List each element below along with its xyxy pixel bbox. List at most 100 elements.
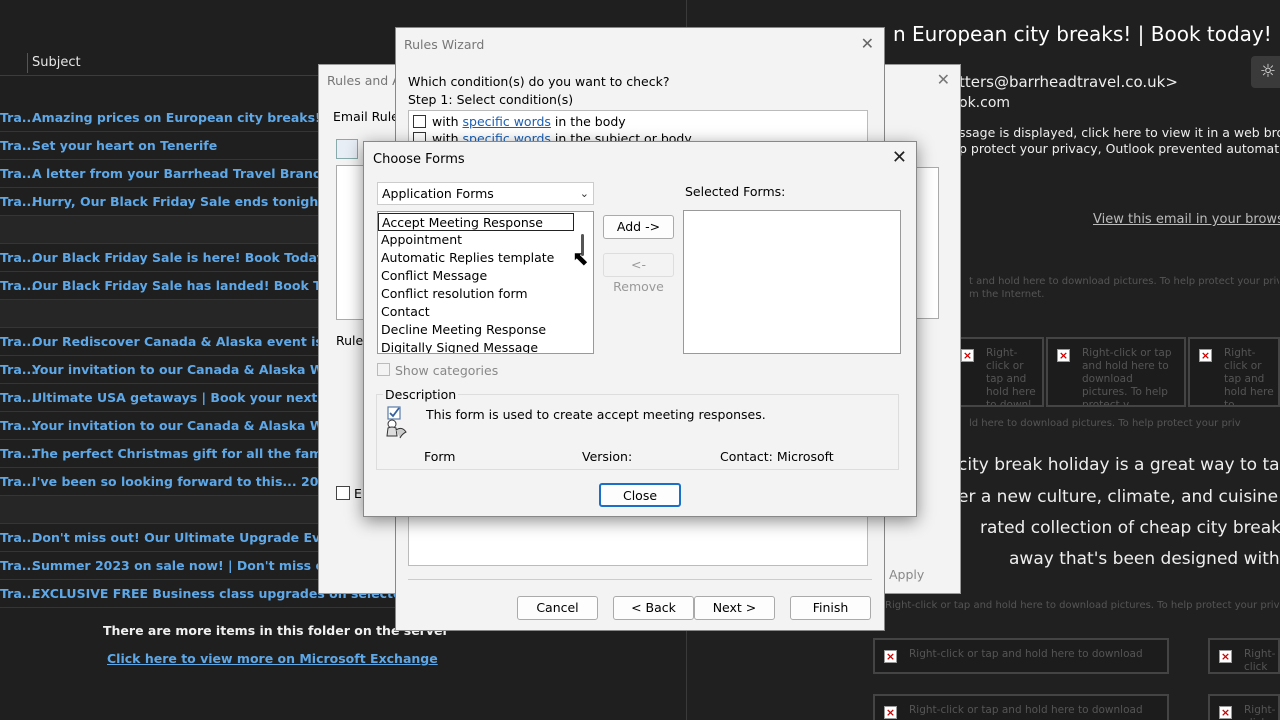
- mail-row[interactable]: Tra... Your invitation to our Canada & Al…: [0, 412, 320, 440]
- blocked-image-text: ld here to download pictures. To help pr…: [969, 418, 1241, 429]
- mail-row[interactable]: Tra... The perfect Christmas gift for all…: [0, 440, 320, 468]
- mail-row[interactable]: Tra... Set your heart on Tenerife: [0, 132, 320, 160]
- info-bar-line1[interactable]: ssage is displayed, click here to view i…: [959, 125, 1280, 140]
- message-subject: n European city breaks! | Book today!: [893, 22, 1272, 46]
- forms-list-item[interactable]: Conflict resolution form: [378, 285, 574, 303]
- mail-row[interactable]: Tra... Amazing prices on European city br…: [0, 104, 320, 132]
- divider: [408, 579, 872, 580]
- condition-link[interactable]: specific words: [463, 114, 551, 129]
- close-button[interactable]: Close: [599, 483, 681, 507]
- column-header-subject[interactable]: Subject: [32, 55, 81, 70]
- broken-image-icon: ×: [1057, 349, 1070, 362]
- blocked-image[interactable]: × Right-click or tap and hold here to dow…: [873, 694, 1169, 720]
- mail-subject: Our Rediscover Canada & Alaska event is …: [32, 334, 320, 349]
- view-more-link[interactable]: Click here to view more on Microsoft Exc…: [107, 651, 438, 666]
- forms-list[interactable]: Accept Meeting Response Appointment Auto…: [377, 211, 594, 354]
- mail-sender: Tra...: [0, 446, 36, 461]
- mail-row[interactable]: Tra... A letter from your Barrhead Travel…: [0, 160, 320, 188]
- close-icon[interactable]: ✕: [937, 70, 950, 89]
- forms-list-item[interactable]: Automatic Replies template: [378, 249, 574, 267]
- column-separator: [27, 53, 28, 73]
- sun-icon[interactable]: ☼: [1251, 56, 1280, 88]
- apply-button[interactable]: Apply: [889, 567, 924, 582]
- body-text-line: rated collection of cheap city breaks, y…: [980, 518, 1280, 538]
- blocked-image-text: t and hold here to download pictures. To…: [969, 276, 1279, 287]
- blocked-image-text: m the Internet.: [969, 289, 1045, 300]
- mail-row[interactable]: Tra... Your invitation to our Canada & Al…: [0, 356, 320, 384]
- condition-checkbox[interactable]: [413, 115, 426, 128]
- new-rule-icon[interactable]: [336, 139, 358, 159]
- chevron-down-icon: ⌄: [579, 187, 589, 200]
- forms-list-item[interactable]: Digitally Signed Message: [378, 339, 574, 353]
- mail-row[interactable]: Tra... Ultimate USA getaways | Book your …: [0, 384, 320, 412]
- enable-checkbox[interactable]: [336, 486, 350, 500]
- body-text-line: away that's been designed with yo: [1009, 549, 1280, 569]
- blocked-image-label: Right-click or tap and hold here to down…: [1082, 347, 1172, 407]
- mail-sender: Tra...: [0, 194, 36, 209]
- mail-subject: I've been so looking forward to this... …: [32, 474, 320, 489]
- condition-item[interactable]: with specific words in the body: [413, 114, 626, 130]
- blocked-image-label: Right-click: [1244, 704, 1276, 720]
- mail-row[interactable]: Tra... Our Black Friday Sale has landed! …: [0, 272, 320, 300]
- show-categories-checkbox[interactable]: [377, 363, 390, 376]
- rule-description-label: Rule: [336, 333, 364, 348]
- mail-row[interactable]: Tra... Hurry, Our Black Friday Sale ends …: [0, 188, 320, 216]
- broken-image-icon: ×: [1219, 706, 1232, 719]
- blocked-image[interactable]: × Right-click or tap and hold here to dow…: [1046, 337, 1186, 407]
- mail-row[interactable]: Tra... Our Black Friday Sale is here! Boo…: [0, 244, 320, 272]
- forms-list-item[interactable]: Decline Meeting Response: [378, 321, 574, 339]
- mail-subject: Summer 2023 on sale now! | Don't miss ou…: [32, 558, 320, 573]
- group-separator: [0, 216, 320, 244]
- close-icon[interactable]: ✕: [892, 147, 907, 168]
- broken-image-icon: ×: [1219, 650, 1232, 663]
- mail-sender: Tra...: [0, 278, 36, 293]
- forms-list-item[interactable]: Accept Meeting Response: [378, 213, 574, 231]
- dropdown-value: Application Forms: [382, 186, 494, 201]
- mail-subject: A letter from your Barrhead Travel Branc…: [32, 166, 320, 181]
- mail-row[interactable]: Tra... Our Rediscover Canada & Alaska eve…: [0, 328, 320, 356]
- mail-subject: Amazing prices on European city breaks! …: [32, 110, 320, 125]
- blocked-image-label: Right-click: [1244, 648, 1276, 673]
- next-button[interactable]: Next >: [694, 596, 775, 620]
- form-label: Form: [424, 449, 456, 464]
- info-bar-line2[interactable]: p protect your privacy, Outlook prevente…: [959, 141, 1280, 156]
- mail-subject: Hurry, Our Black Friday Sale ends tonigh…: [32, 194, 320, 209]
- blocked-image[interactable]: × Right-click: [1208, 694, 1280, 720]
- add-button[interactable]: Add ->: [603, 215, 674, 239]
- mail-sender: Tra...: [0, 418, 36, 433]
- view-in-browser-link[interactable]: View this email in your browser: [1093, 212, 1280, 227]
- forms-list-item[interactable]: Contact: [378, 303, 574, 321]
- blocked-image-label: Right-click or tap and hold here to down…: [1224, 347, 1274, 407]
- description-legend: Description: [383, 387, 459, 402]
- selected-forms-list[interactable]: [683, 210, 901, 354]
- remove-button[interactable]: <- Remove: [603, 253, 674, 294]
- broken-image-icon: ×: [884, 706, 897, 719]
- mail-row[interactable]: Tra... I've been so looking forward to th…: [0, 468, 320, 496]
- body-text-line: city break holiday is a great way to tak…: [958, 455, 1280, 475]
- mail-sender: Tra...: [0, 250, 36, 265]
- message-to: ok.com: [959, 95, 1011, 111]
- forms-list-item[interactable]: Conflict Message: [378, 267, 574, 285]
- close-icon[interactable]: ✕: [861, 34, 874, 53]
- back-button[interactable]: < Back: [613, 596, 694, 620]
- mail-subject: Our Black Friday Sale has landed! Book T…: [32, 278, 320, 293]
- group-separator: [0, 496, 320, 524]
- blocked-image-label: Right-click or tap and hold here to down…: [986, 347, 1036, 407]
- blocked-image[interactable]: × Right-click or tap and hold here to dow…: [1188, 337, 1280, 407]
- mail-subject: Your invitation to our Canada & Alaska W…: [32, 362, 320, 377]
- broken-image-icon: ×: [1199, 349, 1212, 362]
- window-title: Rules and A: [327, 73, 401, 88]
- mail-sender: Tra...: [0, 138, 36, 153]
- cancel-button[interactable]: Cancel: [517, 596, 598, 620]
- finish-button[interactable]: Finish: [790, 596, 871, 620]
- mail-row[interactable]: Tra... Don't miss out! Our Ultimate Upgra…: [0, 524, 320, 552]
- condition-pre: with: [432, 114, 463, 129]
- blocked-image[interactable]: × Right-click: [1208, 638, 1280, 674]
- mail-subject: Set your heart on Tenerife: [32, 138, 218, 153]
- blocked-image[interactable]: × Right-click or tap and hold here to dow…: [950, 337, 1044, 407]
- forms-list-item[interactable]: Appointment: [378, 231, 574, 249]
- show-categories-label: Show categories: [395, 363, 499, 378]
- form-library-dropdown[interactable]: Application Forms ⌄: [377, 182, 594, 205]
- mail-row[interactable]: Tra... Summer 2023 on sale now! | Don't m…: [0, 552, 320, 580]
- blocked-image[interactable]: × Right-click or tap and hold here to dow…: [873, 638, 1169, 674]
